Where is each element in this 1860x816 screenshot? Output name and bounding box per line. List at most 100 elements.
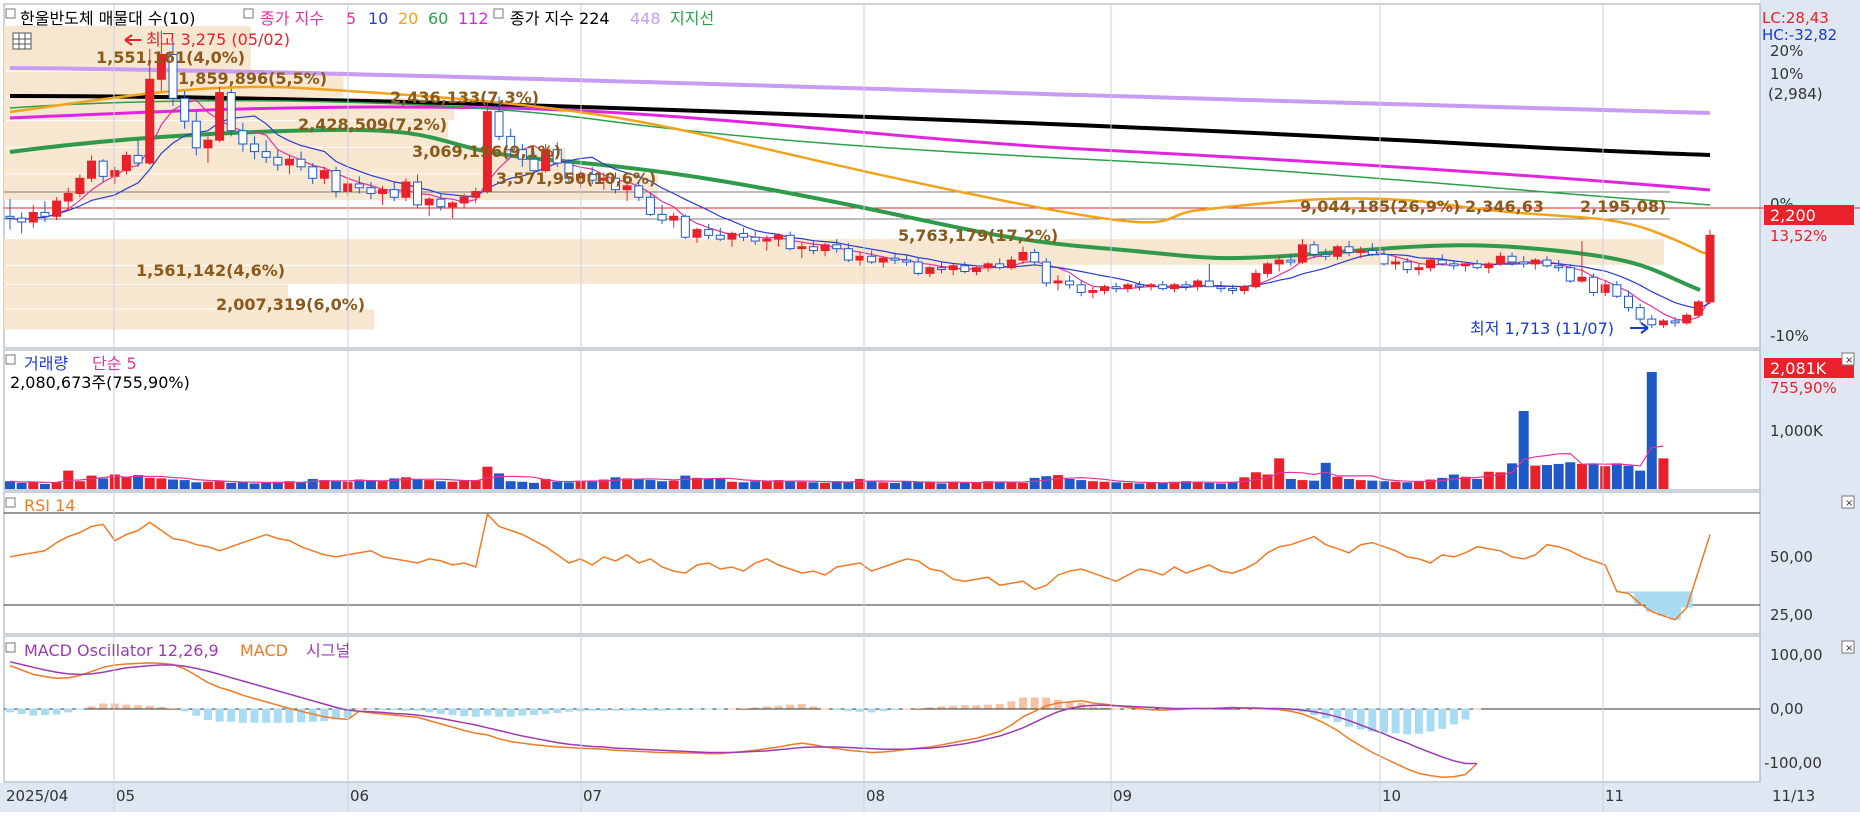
volume-bar	[563, 482, 574, 489]
candle-body	[436, 198, 446, 208]
volume-bar	[901, 481, 912, 489]
volume-bar	[610, 477, 621, 489]
stock-chart[interactable]: 한울반도체 매물대 수(10) 종가 지수 5 10 20 60 112 종가 …	[0, 0, 1860, 812]
candle-body	[145, 78, 155, 164]
candle-body	[1239, 286, 1249, 292]
legend-main-title[interactable]: 한울반도체 매물대 수(10)	[20, 9, 196, 28]
macd-oscillator-bar	[1019, 697, 1028, 709]
candle-body	[238, 130, 248, 145]
candle-body	[762, 238, 772, 242]
legend-ma60[interactable]: 60	[428, 9, 448, 28]
macd-oscillator-bar	[623, 708, 632, 711]
candle-body	[727, 232, 737, 240]
macd-oscillator-bar	[320, 708, 329, 722]
volume-bar	[517, 481, 528, 489]
volume-bar	[156, 478, 167, 489]
legend-ma10[interactable]: 10	[368, 9, 388, 28]
macd-oscillator-bar	[75, 708, 84, 710]
macd-oscillator-bar	[797, 704, 806, 709]
volume-bar	[1530, 465, 1541, 489]
macd-oscillator-bar	[215, 708, 224, 722]
volume-bar	[1507, 463, 1518, 489]
volume-bar	[552, 481, 563, 489]
legend-ma-label[interactable]: 종가 지수	[260, 9, 324, 28]
volume-bar	[668, 480, 679, 489]
volume-bar	[1134, 483, 1145, 489]
macd-oscillator-bar	[1007, 701, 1016, 709]
right-axis-area	[1760, 0, 1860, 812]
candle-body	[680, 215, 690, 238]
volume-bar	[645, 480, 656, 489]
macd-oscillator-bar	[564, 708, 573, 712]
volume-bar	[1344, 478, 1355, 489]
macd-title[interactable]: MACD Oscillator 12,26,9	[24, 641, 219, 660]
candle-body	[110, 170, 120, 177]
rsi-title[interactable]: RSI 14	[24, 496, 75, 515]
candle-body	[1612, 284, 1622, 297]
macd-oscillator-bar	[879, 708, 888, 712]
profile-label: 1,561,142(4,6%)	[136, 261, 285, 280]
macd-oscillator-bar	[634, 708, 643, 711]
low-annotation: 최저 1,713 (11/07)	[1470, 319, 1649, 338]
macd-oscillator-bar	[984, 704, 993, 709]
macd-oscillator-bar	[134, 705, 143, 709]
legend-ma5[interactable]: 5	[346, 9, 356, 28]
table-icon[interactable]	[12, 32, 32, 50]
macd-oscillator-bar	[29, 708, 38, 716]
candle-body	[913, 261, 923, 274]
candle-body	[843, 248, 853, 261]
macd-oscillator-bar	[122, 704, 131, 709]
volume-title[interactable]: 거래량	[24, 354, 68, 373]
legend-ma20[interactable]: 20	[398, 9, 418, 28]
macd-oscillator-bar	[238, 708, 247, 723]
last-price-value: 2,200	[1770, 206, 1816, 225]
macd-oscillator-bar	[588, 708, 597, 711]
macd-oscillator-bar	[1088, 706, 1097, 709]
legend-ma448[interactable]: 448	[630, 9, 661, 28]
legend-ma224[interactable]: 종가 지수 224	[510, 9, 610, 28]
candle-body	[1030, 251, 1040, 263]
volume-bar	[1157, 482, 1168, 489]
macd-oscillator-bar	[471, 708, 480, 717]
signal-label[interactable]: 시그널	[306, 641, 350, 660]
candle-body	[1076, 284, 1086, 293]
macd-oscillator-bar	[99, 703, 108, 709]
volume-bar	[1635, 470, 1646, 489]
legend-ma112[interactable]: 112	[458, 9, 489, 28]
candle-body	[1286, 259, 1296, 263]
candle-body	[459, 196, 469, 204]
candle-body	[1705, 234, 1715, 303]
macd-oscillator-bar	[844, 708, 853, 712]
candle-body	[98, 160, 108, 177]
volume-bar	[494, 473, 505, 489]
candle-body	[971, 267, 981, 272]
candle-body	[1414, 267, 1424, 271]
volume-ma-label[interactable]: 단순 5	[92, 354, 137, 373]
volume-bar	[1402, 482, 1413, 489]
volume-bar	[1041, 476, 1052, 489]
tick-10pct: 10%	[1770, 65, 1803, 83]
volume-bar	[1355, 480, 1366, 489]
volume-bar	[1320, 462, 1331, 489]
macd-oscillator-bar	[157, 706, 166, 709]
legend-support[interactable]: 지지선	[670, 9, 714, 28]
candle-body	[424, 198, 434, 206]
candle-body	[1274, 259, 1284, 265]
macd-oscillator-bar	[436, 708, 445, 714]
candle-body	[1251, 272, 1261, 288]
macd-oscillator-bar	[52, 708, 61, 715]
macd-label[interactable]: MACD	[240, 641, 288, 660]
volume-bar	[144, 477, 155, 489]
candle-body	[354, 183, 364, 189]
macd-oscillator-bar	[110, 703, 119, 709]
volume-bar	[820, 482, 831, 489]
volume-bar	[913, 481, 924, 489]
volume-bar	[1541, 465, 1552, 489]
macd-oscillator-bar	[1461, 708, 1470, 720]
macd-oscillator-bar	[6, 708, 14, 713]
candle-body	[1053, 280, 1063, 284]
candle-body	[1018, 251, 1028, 261]
volume-bar	[878, 482, 889, 489]
volume-bar	[1122, 482, 1133, 489]
volume-bar	[1064, 478, 1075, 489]
